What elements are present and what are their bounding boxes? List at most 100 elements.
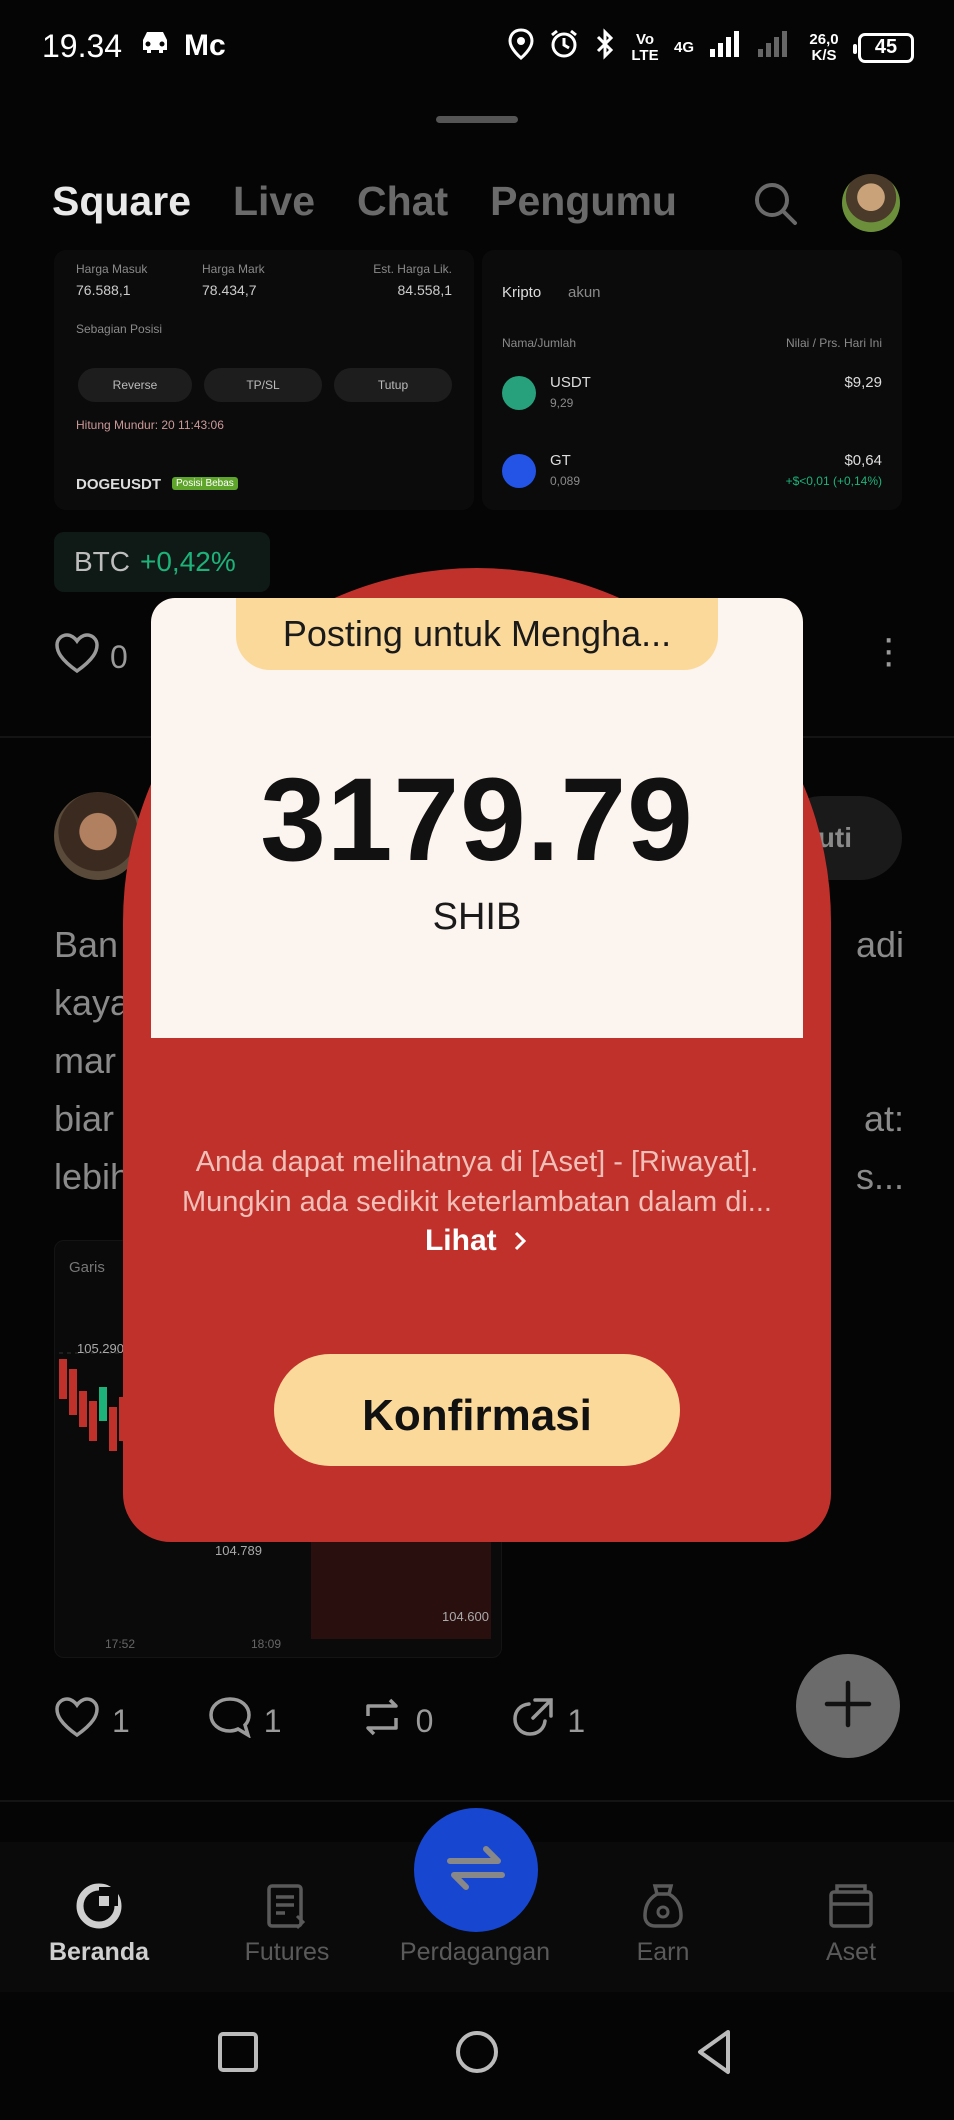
status-time: 19.34: [42, 28, 123, 64]
battery-indicator: 45: [853, 32, 914, 63]
create-post-button[interactable]: [796, 1654, 900, 1758]
position-badge: Posisi Bebas: [172, 477, 238, 490]
mark-price-value: 78.434,7: [202, 282, 257, 298]
tpsl-button: TP/SL: [204, 368, 322, 402]
drag-handle[interactable]: [436, 116, 518, 123]
pair-label: DOGEUSDT: [76, 476, 162, 493]
post-actions: 1 1 0 1: [54, 1696, 585, 1746]
earn-icon: [639, 1882, 687, 1930]
view-history-link[interactable]: Lihat: [150, 1224, 804, 1258]
nav-futures[interactable]: Futures: [192, 1882, 382, 1967]
heart-icon: [54, 632, 100, 682]
tab-live[interactable]: Live: [233, 178, 315, 225]
nav-label: Aset: [825, 1938, 877, 1966]
share-count: 1: [567, 1702, 586, 1739]
repost-icon: [360, 1696, 404, 1746]
search-icon[interactable]: [752, 180, 798, 226]
time-label-2: 18:09: [251, 1637, 282, 1651]
price-right-label: 104.600: [442, 1609, 489, 1624]
view-link-label: Lihat: [424, 1224, 497, 1257]
info-line-2: Mungkin ada sedikit keterlambatan dalam …: [182, 1186, 772, 1218]
comment-button[interactable]: 1: [208, 1696, 282, 1746]
repost-count: 0: [415, 1702, 434, 1739]
post-text-line: Ban: [54, 924, 119, 965]
back-icon[interactable]: [688, 2024, 744, 2080]
gt-coin-icon: [502, 454, 536, 488]
nav-label: Futures: [244, 1938, 330, 1966]
liq-price-label: Est. Harga Lik.: [373, 262, 452, 276]
coin-symbol: GT: [550, 452, 571, 469]
entry-price-value: 76.588,1: [76, 282, 131, 298]
like-button[interactable]: 1: [54, 1696, 130, 1746]
nav-earn[interactable]: Earn: [568, 1882, 758, 1967]
time-label-1: 17:52: [105, 1637, 136, 1651]
partial-close-label: Sebagian Posisi: [76, 322, 163, 336]
tab-chat[interactable]: Chat: [357, 178, 448, 225]
heart-icon: [54, 1696, 100, 1746]
network-type-label: 4G: [673, 38, 694, 56]
price-low-label: 104.789: [215, 1543, 262, 1558]
trade-button[interactable]: [414, 1808, 538, 1932]
car-icon: [138, 28, 172, 64]
signal-icon: [708, 29, 742, 66]
post-text-line-end: s...: [855, 1156, 904, 1197]
chevron-right-icon: [505, 1224, 529, 1257]
price-high-label: 105.290: [77, 1341, 124, 1356]
entry-price-label: Harga Masuk: [76, 262, 148, 276]
swap-arrows-icon: [446, 1843, 506, 1898]
futures-icon: [263, 1882, 311, 1930]
network-speed-value: 26,0: [809, 30, 839, 48]
comment-icon: [208, 1696, 252, 1746]
home-icon: [75, 1882, 123, 1930]
post-text-line: kaya: [54, 982, 131, 1023]
confirm-button[interactable]: Konfirmasi: [274, 1354, 680, 1466]
coin-symbol: USDT: [550, 374, 591, 391]
top-tabs: Square Live Chat Pengumu: [52, 178, 690, 225]
alarm-icon: [548, 28, 580, 67]
section-divider: [0, 1800, 954, 1802]
nav-label: Earn: [636, 1938, 690, 1966]
usdt-coin-icon: [502, 376, 536, 410]
like-button[interactable]: 0: [54, 632, 128, 682]
nav-label: Perdagangan: [399, 1938, 551, 1966]
reverse-button: Reverse: [78, 368, 192, 402]
repost-button[interactable]: 0: [360, 1696, 434, 1746]
coin-value: $9,29: [844, 374, 882, 391]
tab-announcements[interactable]: Pengumu: [490, 178, 690, 225]
reward-info: Anda dapat melihatnya di [Aset] - [Riway…: [150, 1142, 804, 1222]
post-text-line: biar: [54, 1098, 115, 1139]
reward-title: Posting untuk Mengha...: [236, 598, 718, 670]
system-navigation: [0, 1992, 954, 2120]
location-icon: [508, 28, 534, 67]
coin-change: +$<0,01 (+0,14%): [785, 474, 882, 488]
volte-label: Vo LTE: [631, 30, 659, 64]
post-text-line: lebih: [54, 1156, 131, 1197]
plus-icon: [823, 1679, 873, 1734]
reward-card-curve: [151, 958, 803, 1042]
home-circle-icon[interactable]: [449, 2024, 505, 2080]
share-button[interactable]: 1: [511, 1696, 585, 1746]
nav-home[interactable]: Beranda: [4, 1882, 194, 1967]
ticker-chip[interactable]: BTC +0,42%: [54, 532, 270, 592]
countdown-label: Hitung Mundur: 20 11:43:06: [76, 418, 224, 432]
like-count: 1: [112, 1702, 130, 1739]
more-options-icon[interactable]: · · ·: [882, 618, 895, 682]
mark-price-label: Harga Mark: [202, 262, 265, 276]
post-image-assets[interactable]: Kripto akun Nama/Jumlah Nilai / Prs. Har…: [482, 250, 902, 510]
recents-icon[interactable]: [210, 2024, 266, 2080]
coin-value: $0,64: [844, 452, 882, 469]
reward-amount: 3179.79: [260, 754, 694, 886]
share-icon: [511, 1696, 555, 1746]
reward-currency: SHIB: [432, 896, 522, 938]
network-speed-unit: K/S: [811, 46, 837, 64]
nav-assets[interactable]: Aset: [756, 1882, 946, 1967]
account-tab-label: akun: [568, 284, 601, 301]
liq-price-value: 84.558,1: [397, 282, 453, 298]
carrier-label: Mc: [184, 29, 226, 62]
tab-square[interactable]: Square: [52, 178, 191, 225]
info-line-1: Anda dapat melihatnya di [Aset] - [Riway…: [195, 1146, 759, 1178]
post-text-line-end: at:: [863, 1098, 904, 1139]
post-text-line: mar: [54, 1040, 116, 1081]
profile-avatar[interactable]: [842, 174, 900, 232]
ticker-symbol: BTC: [74, 546, 130, 577]
